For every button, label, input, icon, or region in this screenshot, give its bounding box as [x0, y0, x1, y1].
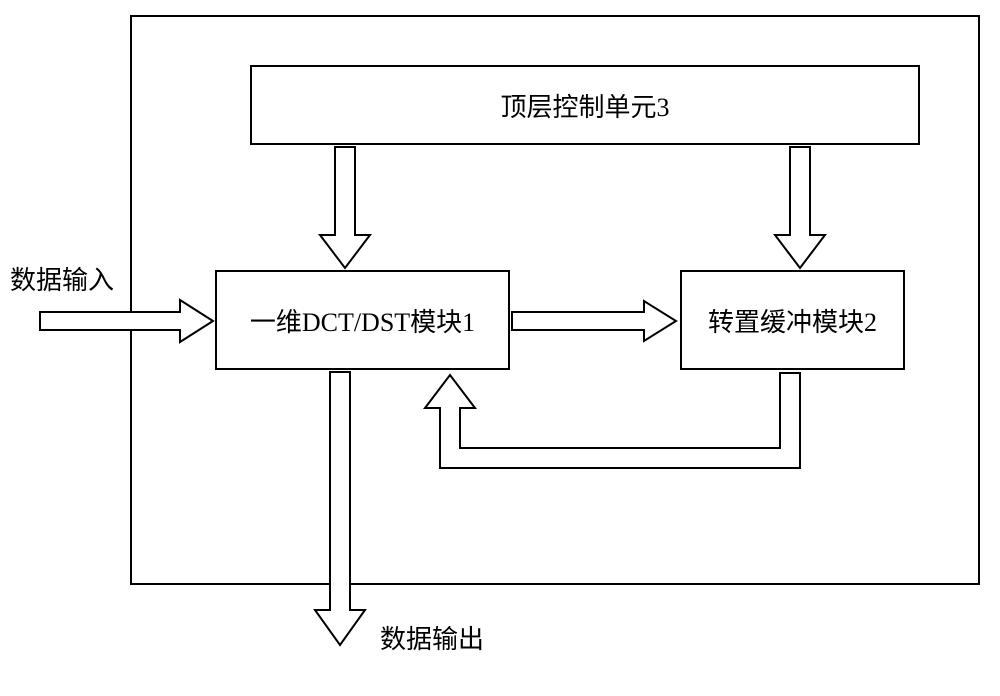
- diagram-canvas: 顶层控制单元3 一维DCT/DST模块1 转置缓冲模块2 数据输入 数据输出: [0, 0, 1000, 696]
- arrow-transpose-to-dct-feedback: [400, 373, 800, 493]
- data-input-label: 数据输入: [10, 260, 114, 297]
- transpose-buffer-box: 转置缓冲模块2: [680, 270, 905, 370]
- top-control-unit-box: 顶层控制单元3: [250, 65, 920, 145]
- arrow-control-to-dct: [315, 147, 375, 270]
- arrow-control-to-transpose: [770, 147, 830, 270]
- top-control-label: 顶层控制单元3: [500, 87, 669, 124]
- arrow-dct-to-output: [310, 372, 370, 647]
- data-output-label: 数据输出: [380, 619, 484, 656]
- arrow-dct-to-transpose: [512, 299, 678, 347]
- dct-dst-label: 一维DCT/DST模块1: [250, 302, 475, 339]
- transpose-buffer-label: 转置缓冲模块2: [708, 302, 877, 339]
- arrow-input-to-dct: [40, 298, 215, 348]
- dct-dst-module-box: 一维DCT/DST模块1: [215, 270, 510, 370]
